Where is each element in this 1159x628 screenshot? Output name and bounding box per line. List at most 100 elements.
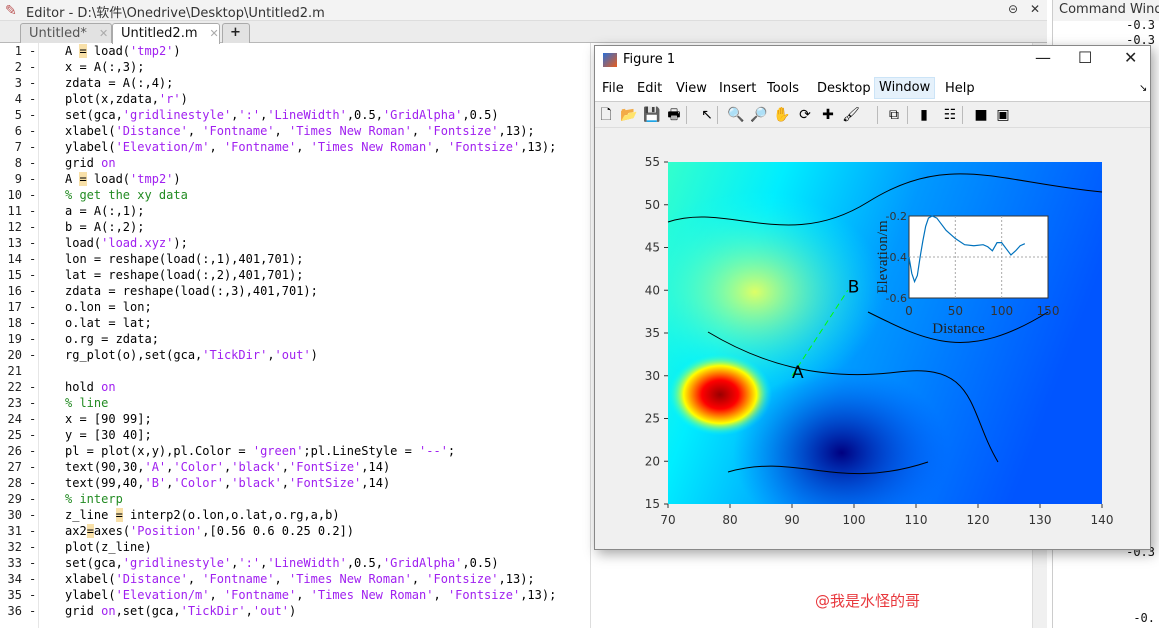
breakpoint-marker[interactable]: - [29, 187, 36, 203]
breakpoint-marker[interactable]: - [29, 379, 36, 395]
breakpoint-marker[interactable]: - [29, 331, 36, 347]
code-text: z_line = interp2(o.lon,o.lat,o.rg,a,b) [65, 507, 340, 523]
menu-edit[interactable]: Edit [633, 79, 666, 101]
zoom-in-icon[interactable]: 🔍 [727, 106, 745, 124]
code-token: ,[0.56 0.6 0.25 0.2]) [202, 524, 355, 538]
breakpoint-marker[interactable]: - [29, 459, 36, 475]
breakpoint-marker[interactable]: - [29, 235, 36, 251]
brush-icon[interactable]: 🖌 [842, 106, 860, 124]
breakpoint-marker[interactable]: - [29, 427, 36, 443]
breakpoint-marker[interactable]: - [29, 539, 36, 555]
save-icon[interactable]: 💾 [643, 106, 661, 124]
code-token: 'Distance' [115, 572, 188, 586]
breakpoint-marker[interactable]: - [29, 555, 36, 571]
datatip-icon[interactable]: ✚ [819, 106, 837, 124]
tab-label: Untitled2.m [121, 26, 198, 41]
breakpoint-marker[interactable]: - [29, 123, 36, 139]
breakpoint-marker[interactable]: - [29, 443, 36, 459]
zoom-out-icon[interactable]: 🔎 [750, 106, 768, 124]
breakpoint-marker[interactable]: - [29, 219, 36, 235]
new-icon[interactable]: 🗋 [597, 106, 615, 124]
show-plot-tools-icon[interactable]: ▣ [994, 106, 1012, 124]
breakpoint-marker[interactable]: - [29, 75, 36, 91]
breakpoint-marker[interactable]: - [29, 171, 36, 187]
close-tab-icon[interactable]: ✕ [210, 27, 219, 40]
maximize-button[interactable]: ☐ [1078, 48, 1092, 67]
breakpoint-marker[interactable]: - [29, 299, 36, 315]
breakpoint-marker[interactable]: - [29, 587, 36, 603]
x-tick-label: 80 [722, 513, 737, 527]
code-token: 'LineWidth' [267, 556, 347, 570]
breakpoint-marker[interactable]: - [29, 523, 36, 539]
menu-insert[interactable]: Insert [715, 79, 760, 101]
menu-window[interactable]: Window [874, 77, 936, 99]
map-axes[interactable]: 70 80 90 100 110 120 130 140 15 20 25 30 35 40 45 50 55 A… [645, 155, 1114, 527]
breakpoint-marker[interactable]: - [29, 283, 36, 299]
code-token: grid [65, 604, 102, 618]
code-line[interactable]: 33- set(gca,'gridlinestyle',':','LineWidt… [0, 555, 1040, 571]
code-token: ); [173, 236, 188, 250]
pointer-icon[interactable]: ↖ [698, 106, 716, 124]
breakpoint-marker[interactable]: - [29, 267, 36, 283]
breakpoint-marker[interactable]: - [29, 251, 36, 267]
menu-desktop[interactable]: Desktop [813, 79, 875, 101]
menu-tools[interactable]: Tools [763, 79, 803, 101]
code-token: 'black' [231, 476, 282, 490]
menu-file[interactable]: File [598, 79, 628, 101]
undock-icon[interactable]: ↘ [1135, 79, 1151, 101]
y-tick-label: 20 [645, 454, 660, 468]
figure-title-bar: Figure 1 — ☐ ✕ [595, 46, 1150, 74]
code-token: ':' [238, 108, 261, 122]
breakpoint-marker[interactable]: - [29, 507, 36, 523]
breakpoint-marker[interactable]: - [29, 491, 36, 507]
code-token: % get the xy data [65, 188, 188, 202]
breakpoint-marker[interactable]: - [29, 139, 36, 155]
code-text: x = [90 99]; [65, 411, 152, 427]
breakpoint-marker[interactable]: - [29, 59, 36, 75]
editor-options-icon[interactable]: ⊝ [1008, 2, 1018, 16]
colorbar-icon[interactable]: ▮ [915, 106, 933, 124]
menu-view[interactable]: View [672, 79, 711, 101]
code-token: , [274, 124, 289, 138]
code-line[interactable]: 34- xlabel('Distance', 'Fontname', 'Times… [0, 571, 1040, 587]
breakpoint-marker[interactable]: - [29, 91, 36, 107]
code-token: 'Times New Roman' [310, 588, 434, 602]
breakpoint-marker[interactable]: - [29, 203, 36, 219]
minimize-button[interactable]: — [1035, 48, 1051, 67]
code-token: ,0.5) [462, 556, 499, 570]
menu-help[interactable]: Help [941, 79, 979, 101]
close-button[interactable]: ✕ [1124, 48, 1137, 67]
breakpoint-marker[interactable]: - [29, 315, 36, 331]
breakpoint-marker[interactable]: - [29, 571, 36, 587]
x-tick-label: 90 [784, 513, 799, 527]
line-number: 35 [7, 588, 22, 602]
legend-icon[interactable]: ☷ [941, 106, 959, 124]
breakpoint-marker[interactable]: - [29, 347, 36, 363]
print-icon[interactable]: 🖶 [665, 106, 683, 124]
breakpoint-marker[interactable]: - [29, 155, 36, 171]
hide-plot-tools-icon[interactable]: ■ [972, 106, 990, 124]
breakpoint-marker[interactable]: - [29, 475, 36, 491]
code-token: ) [310, 348, 318, 362]
breakpoint-marker[interactable]: - [29, 395, 36, 411]
x-tick-label: 70 [660, 513, 675, 527]
pan-icon[interactable]: ✋ [773, 106, 791, 124]
editor-close-icon[interactable]: ✕ [1030, 2, 1040, 16]
code-token: 'B' [144, 476, 167, 490]
code-token: ) [173, 172, 181, 186]
code-text: pl = plot(x,y),pl.Color = 'green';pl.Lin… [65, 443, 455, 459]
breakpoint-marker[interactable]: - [29, 43, 36, 59]
breakpoint-marker[interactable]: - [29, 411, 36, 427]
tab-untitled2[interactable]: Untitled2.m ✕ [112, 23, 220, 44]
open-icon[interactable]: 📂 [620, 106, 638, 124]
code-token: a = A(:,1); [65, 204, 145, 218]
rotate-icon[interactable]: ⟳ [796, 106, 814, 124]
link-icon[interactable]: ⧉ [885, 106, 903, 124]
close-tab-icon[interactable]: ✕ [99, 27, 108, 40]
breakpoint-marker[interactable]: - [29, 603, 36, 619]
tab-untitled[interactable]: Untitled* ✕ [20, 23, 112, 43]
breakpoint-marker[interactable]: - [29, 107, 36, 123]
code-token: 'Times New Roman' [310, 140, 434, 154]
new-tab-button[interactable]: + [222, 23, 250, 43]
code-text: % get the xy data [65, 187, 188, 203]
